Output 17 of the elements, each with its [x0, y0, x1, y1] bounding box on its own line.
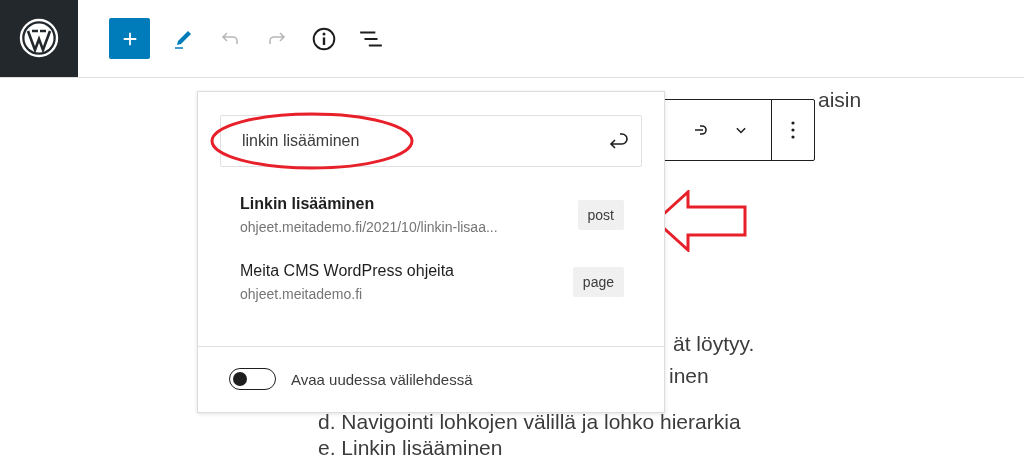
post-type-badge: post [577, 200, 624, 230]
search-result[interactable]: Linkin lisääminen ohjeet.meitademo.fi/2021/10/linkin-lisaa... post [198, 195, 664, 235]
result-url: ohjeet.meitademo.fi/2021/10/linkin-lisaa... [240, 219, 499, 235]
paragraph-text: ät löytyy. [673, 332, 755, 355]
toggle-label: Avaa uudessa välilehdessä [291, 370, 473, 388]
link-search-field[interactable]: linkin lisääminen [220, 115, 642, 167]
result-title: Meita CMS WordPress ohjeita [240, 262, 455, 280]
paragraph-text: aisin [818, 88, 862, 111]
paragraph-text: inen [669, 364, 709, 387]
add-block-button[interactable] [109, 18, 150, 59]
paragraph-text: e. Linkin lisääminen [318, 436, 503, 459]
post-type-badge: page [572, 267, 624, 297]
wordpress-logo[interactable] [0, 0, 78, 77]
paragraph-text: d. Navigointi lohkojen välillä ja lohko hierarkia [318, 410, 741, 433]
search-result[interactable]: Meita CMS WordPress ohjeita ohjeet.meitademo.fi page [198, 262, 664, 302]
result-url: ohjeet.meitademo.fi [240, 286, 364, 302]
result-title: Linkin lisääminen [240, 195, 376, 213]
